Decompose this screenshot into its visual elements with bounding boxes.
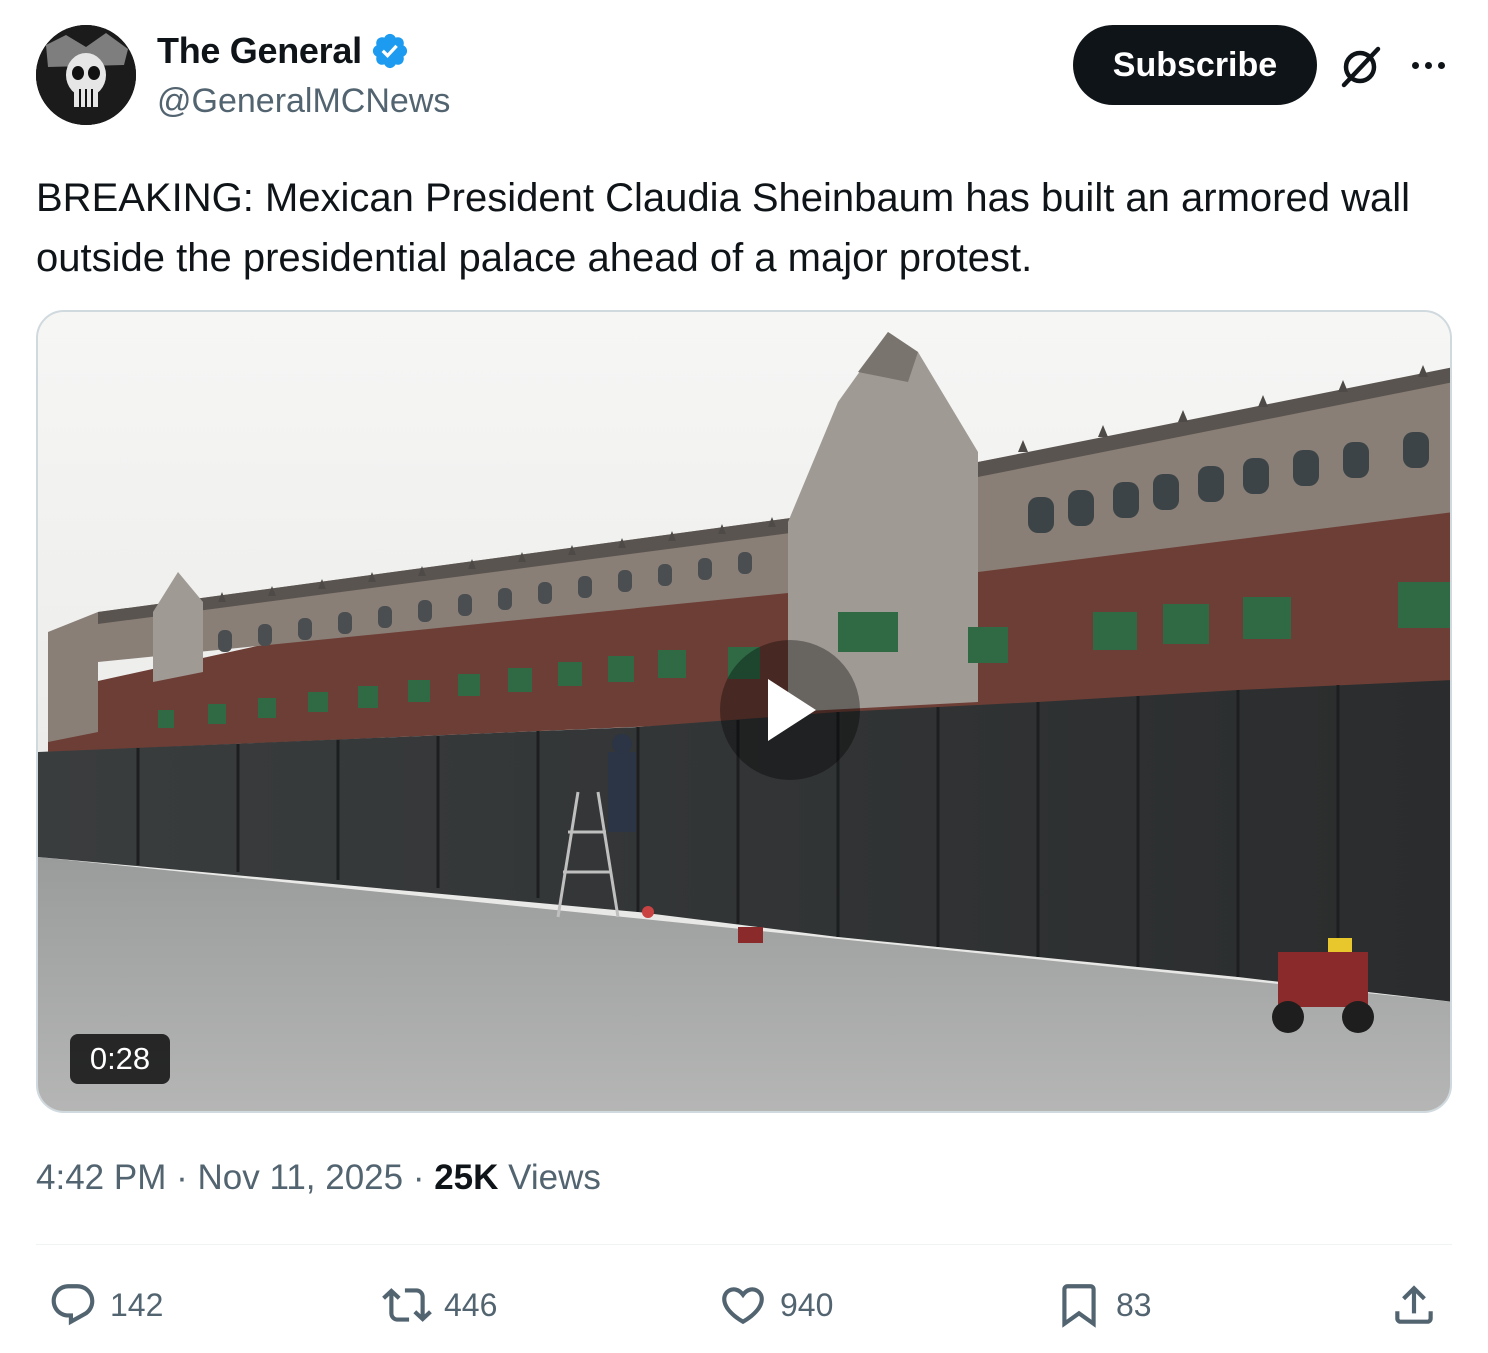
- like-count: 940: [780, 1286, 834, 1323]
- tweet-card: The General @GeneralMCNews Subscribe BRE…: [0, 0, 1488, 1353]
- views-count: 25K: [434, 1158, 499, 1197]
- grok-icon[interactable]: [1338, 43, 1384, 89]
- avatar[interactable]: [36, 25, 136, 125]
- play-icon: [768, 679, 816, 741]
- reply-icon: [51, 1284, 95, 1326]
- repost-button[interactable]: 446: [382, 1280, 497, 1330]
- tweet-date[interactable]: Nov 11, 2025: [197, 1158, 403, 1197]
- repost-count: 446: [444, 1286, 498, 1323]
- play-button[interactable]: [720, 640, 860, 780]
- bookmark-icon: [1062, 1284, 1096, 1328]
- divider: [36, 1244, 1452, 1245]
- views-label: Views: [508, 1158, 601, 1197]
- meta-separator: ·: [412, 1158, 425, 1197]
- meta-separator: ·: [176, 1158, 188, 1197]
- verified-check-icon: [372, 33, 407, 69]
- subscribe-button[interactable]: Subscribe: [1073, 25, 1317, 105]
- like-button[interactable]: 940: [718, 1280, 833, 1330]
- repost-icon: [382, 1288, 432, 1322]
- heart-icon: [722, 1287, 764, 1325]
- tweet-time[interactable]: 4:42 PM: [36, 1158, 166, 1197]
- author-display-name[interactable]: The General: [157, 30, 362, 72]
- reply-count: 142: [110, 1286, 164, 1323]
- video-player[interactable]: 0:28: [36, 310, 1452, 1113]
- share-icon[interactable]: [1389, 1280, 1439, 1330]
- more-options-icon[interactable]: [1408, 50, 1448, 80]
- reply-button[interactable]: 142: [48, 1280, 163, 1330]
- tweet-meta: 4:42 PM · Nov 11, 2025 · 25K Views: [36, 1158, 601, 1198]
- bookmark-count: 83: [1116, 1286, 1152, 1323]
- tweet-text: BREAKING: Mexican President Claudia Shei…: [36, 176, 1411, 280]
- bookmark-button[interactable]: 83: [1054, 1280, 1152, 1330]
- author-handle[interactable]: @GeneralMCNews: [157, 82, 450, 121]
- video-duration: 0:28: [70, 1034, 170, 1084]
- author-name-row[interactable]: The General: [157, 30, 410, 72]
